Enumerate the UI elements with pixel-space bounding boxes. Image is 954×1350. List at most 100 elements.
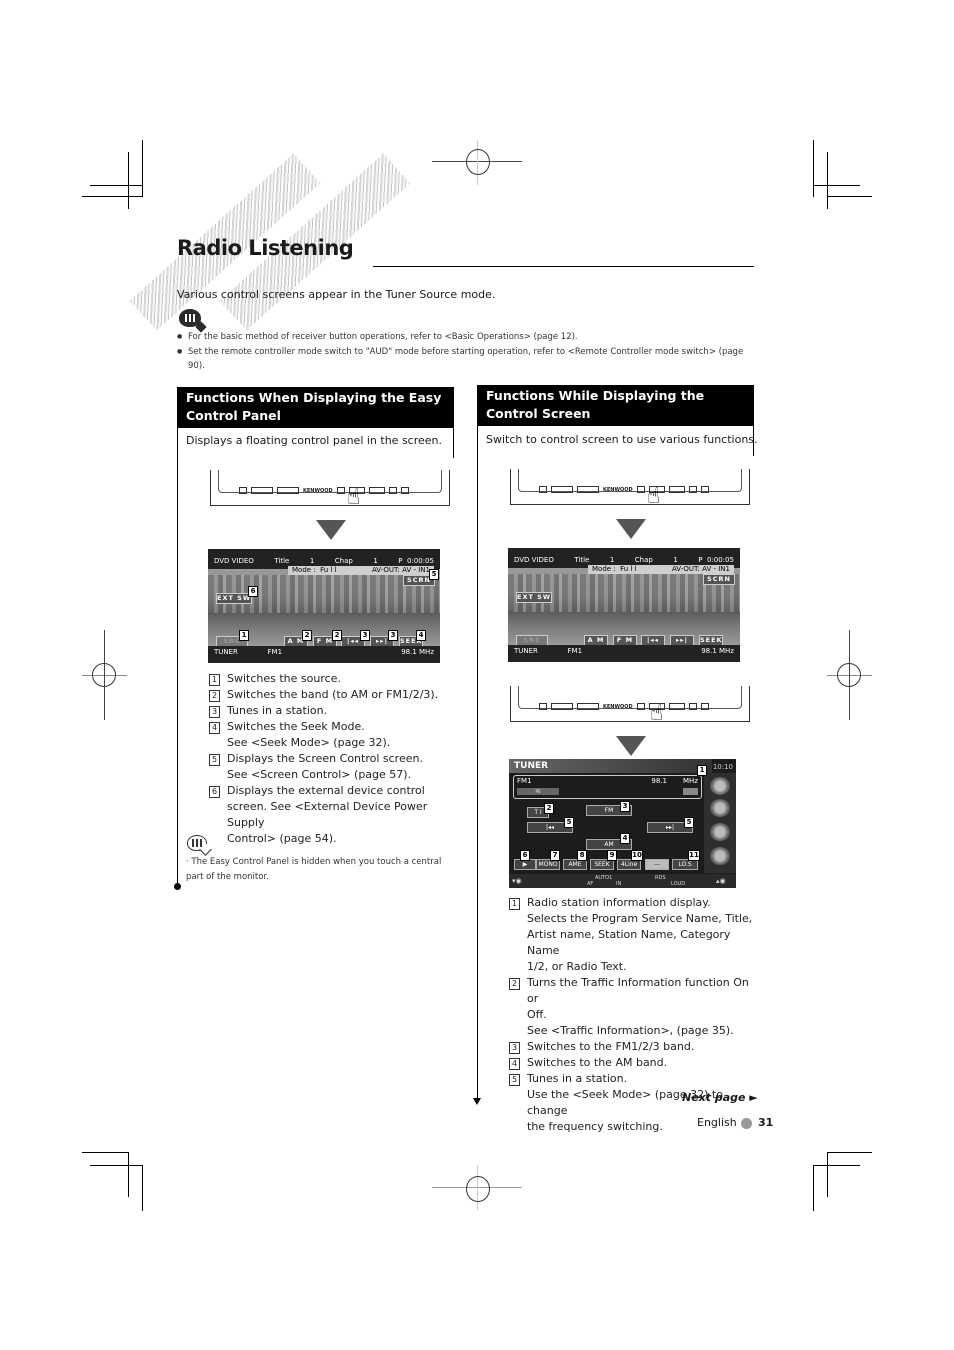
frequency-label: 98.1 MHz xyxy=(401,648,434,656)
chapter-label: Chap xyxy=(334,557,353,565)
item-text: Switches the band (to AM or FM1/2/3). xyxy=(227,688,439,701)
title-number: 1 xyxy=(609,556,615,564)
easy-control-panel-screen: DVD VIDEO Title 1 Chap 1 P 0:00:05 Mode … xyxy=(208,549,440,663)
item-number: 2 xyxy=(209,690,220,702)
side-menu xyxy=(704,773,736,873)
section-rule xyxy=(453,428,454,458)
definition-item: 2 Turns the Traffic Information function … xyxy=(509,975,759,1039)
ps-button[interactable]: PS xyxy=(517,788,559,795)
band-label: FM1 xyxy=(267,648,283,656)
mode-label: Mode : Fu l l xyxy=(292,566,337,574)
callout-4: 4 xyxy=(416,630,426,641)
status-auto: AUTO1 xyxy=(595,875,613,881)
status-af: AF xyxy=(587,881,594,887)
band-label: FM1 xyxy=(517,777,532,785)
brand-logo: KENWOOD xyxy=(303,487,333,494)
ext-sw-button[interactable]: EXT SW xyxy=(516,592,552,603)
head-unit-panel-illustration: KENWOOD xyxy=(510,469,750,505)
head-unit-panel-illustration: KENWOOD xyxy=(210,470,450,506)
tuner-header: TUNER xyxy=(509,759,712,773)
callout-6: 6 xyxy=(520,850,530,861)
callout-2: 2 xyxy=(332,630,342,641)
definition-item: 5 Displays the Screen Control screen. See … xyxy=(209,751,459,783)
title-number: 1 xyxy=(309,557,315,565)
item-text: Tunes in a station. xyxy=(527,1072,628,1085)
next-page-link[interactable]: Next page ► xyxy=(682,1091,758,1104)
tuner-control-screen: TUNER 10:10 FM1 98.1 MHz PS T I FM |◂◂ ▸▸|… xyxy=(509,759,736,888)
item-text: screen. See <External Device Power Suppl… xyxy=(227,800,428,829)
arrow-down-icon xyxy=(616,519,646,539)
hand-pointer-icon: ☝ xyxy=(650,701,664,726)
callout-2: 2 xyxy=(302,630,312,641)
definition-item: 4 Switches the Seek Mode. See <Seek Mode> … xyxy=(209,719,459,751)
note-item: For the basic method of receiver button … xyxy=(177,330,757,345)
note-item: Set the remote controller mode switch to… xyxy=(177,345,757,374)
page-title: Radio Listening xyxy=(177,236,354,260)
section-description: Displays a floating control panel in the… xyxy=(186,434,443,447)
item-text: Turns the Traffic Information function O… xyxy=(527,976,749,1005)
callout-4: 4 xyxy=(620,833,630,844)
item-number: 3 xyxy=(509,1042,520,1054)
callout-5: 5 xyxy=(429,569,439,580)
scrn-button[interactable]: SCRN xyxy=(703,574,735,585)
item-number: 6 xyxy=(209,786,220,798)
status-rds: RDS xyxy=(655,875,666,881)
item-text: Switches to the AM band. xyxy=(527,1056,668,1069)
item-text: Control> (page 54). xyxy=(227,832,337,845)
item-text: See <Screen Control> (page 57). xyxy=(227,768,412,781)
play-time: P 0:00:05 xyxy=(398,557,434,565)
section-description: Switch to control screen to use various … xyxy=(486,433,758,446)
item-text: Displays the Screen Control screen. xyxy=(227,752,423,765)
chapter-number: 1 xyxy=(673,556,678,564)
eject-icon[interactable]: ▴◉ xyxy=(716,877,726,885)
title-label: Title xyxy=(574,556,590,564)
title-rule xyxy=(373,266,754,267)
easy-control-panel-screen: DVD VIDEO Title 1 Chap 1 P 0:00:05 Mode … xyxy=(508,548,740,662)
item-text: See <Seek Mode> (page 32). xyxy=(227,736,391,749)
hand-pointer-icon: ☝ xyxy=(647,484,661,509)
item-number: 2 xyxy=(509,978,520,990)
tools-icon[interactable] xyxy=(710,847,730,865)
chapter-label: Chap xyxy=(634,556,653,564)
footer-dot-icon xyxy=(741,1118,752,1129)
chapter-number: 1 xyxy=(373,557,378,565)
notes-list: For the basic method of receiver button … xyxy=(177,330,757,374)
item-text: Off. xyxy=(527,1008,547,1021)
item-number: 4 xyxy=(509,1058,520,1070)
hand-pointer-icon: ☝ xyxy=(347,485,361,510)
definition-item: 3 Switches to the FM1/2/3 band. xyxy=(509,1039,759,1055)
item-number: 4 xyxy=(209,722,220,734)
title-label: Title xyxy=(274,557,290,565)
media-icon[interactable] xyxy=(710,799,730,817)
scroll-button[interactable] xyxy=(683,788,698,795)
item-text: Switches to the FM1/2/3 band. xyxy=(527,1040,695,1053)
menu-icon[interactable] xyxy=(710,777,730,795)
item-number: 5 xyxy=(209,754,220,766)
station-info-display[interactable]: FM1 98.1 MHz PS xyxy=(513,775,702,799)
vol-down-icon[interactable]: ▾◉ xyxy=(512,877,522,885)
callout-1: 1 xyxy=(697,765,707,776)
avout-label: AV-OUT: AV - IN1 xyxy=(671,565,730,573)
section-rule xyxy=(177,428,178,886)
item-text: Radio station information display. xyxy=(527,896,711,909)
speaker-icon[interactable] xyxy=(710,823,730,841)
left-definition-list: 1 Switches the source. 2 Switches the band… xyxy=(209,671,459,847)
definition-item: 2 Switches the band (to AM or FM1/2/3). xyxy=(209,687,459,703)
frequency-value: 98.1 xyxy=(651,777,668,785)
section-rule xyxy=(477,426,478,1100)
item-number: 3 xyxy=(209,706,220,718)
callout-8: 8 xyxy=(577,850,587,861)
definition-item: 1 Radio station information display. Selec… xyxy=(509,895,759,975)
callout-3: 3 xyxy=(620,801,630,812)
callout-7: 7 xyxy=(550,850,560,861)
definition-item: 3 Tunes in a station. xyxy=(209,703,459,719)
frequency-unit: MHz xyxy=(683,777,698,785)
item-text: Switches the source. xyxy=(227,672,341,685)
intro-text: Various control screens appear in the Tu… xyxy=(177,288,496,301)
ext-sw-button[interactable]: EXT SW xyxy=(216,593,252,604)
frequency-label: 98.1 MHz xyxy=(701,647,734,655)
blank-button[interactable]: — xyxy=(645,859,669,870)
note-body: The Easy Control Panel is hidden when yo… xyxy=(186,857,442,882)
mode-label: Mode : Fu l l xyxy=(592,565,637,573)
item-text: See <Traffic Information>, (page 35). xyxy=(527,1024,734,1037)
